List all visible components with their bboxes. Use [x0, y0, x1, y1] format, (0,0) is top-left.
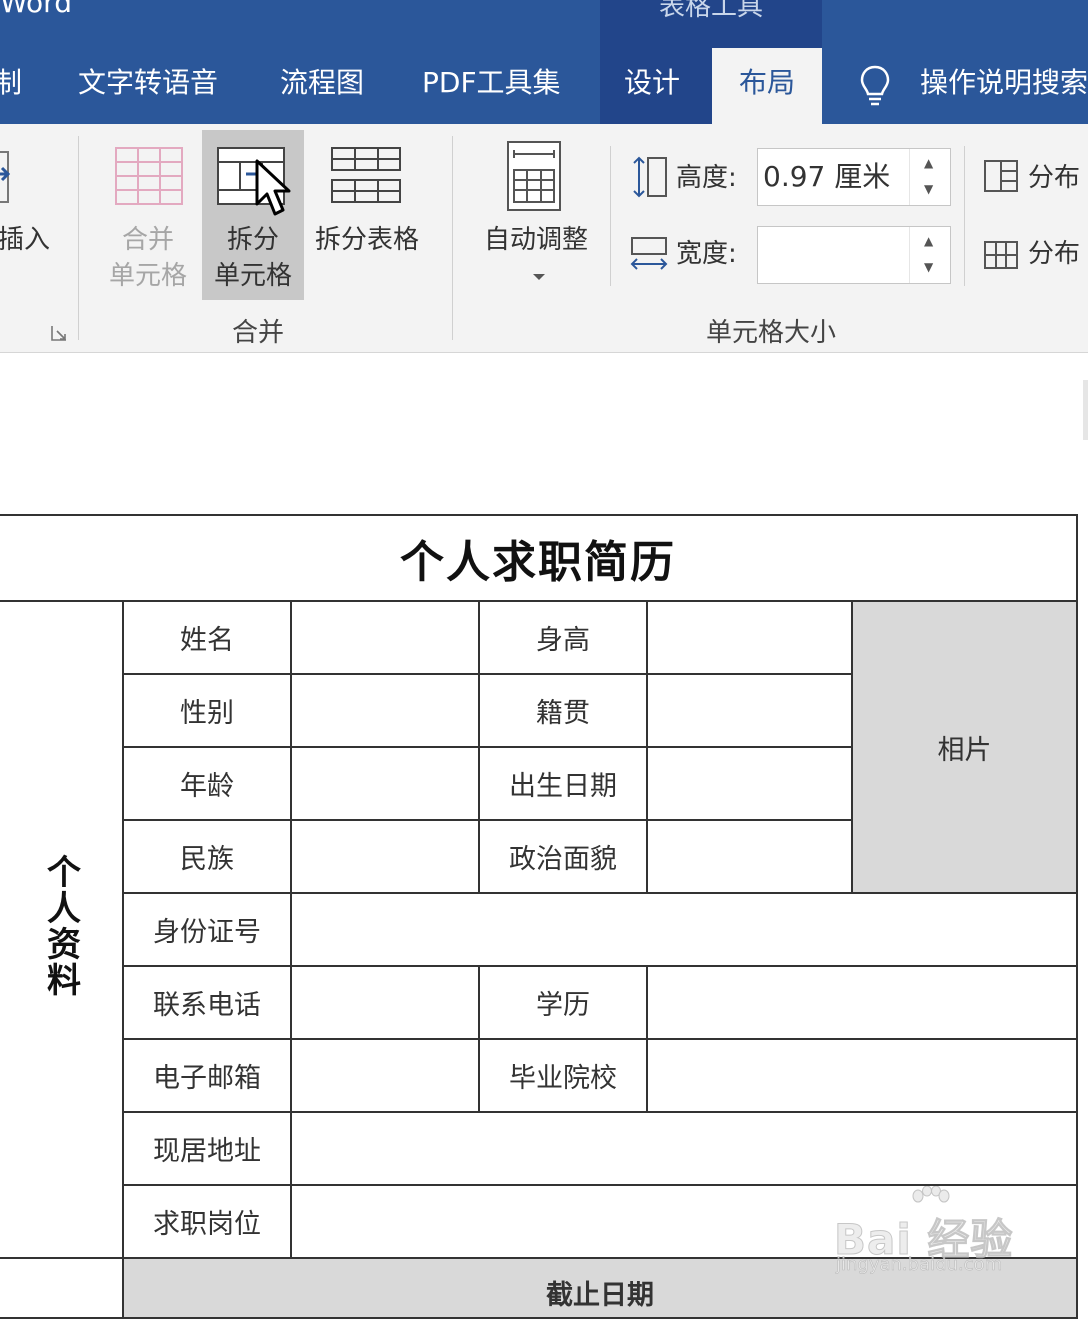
- merge-cells-icon: [115, 147, 183, 205]
- merge-cells-line1: 合并: [121, 225, 174, 255]
- height-spin-arrows[interactable]: ▲ ▼: [909, 149, 950, 205]
- insert-label[interactable]: 插入: [0, 222, 50, 258]
- row-height-icon: [633, 156, 667, 198]
- autofit-label[interactable]: 自动调整: [472, 222, 600, 258]
- ribbon-separator: [964, 146, 965, 286]
- cell-email-value[interactable]: [290, 1038, 480, 1113]
- label-email[interactable]: 电子邮箱: [122, 1038, 292, 1113]
- spin-down-icon[interactable]: ▼: [924, 183, 933, 195]
- cell-height-value[interactable]: [646, 600, 853, 675]
- merge-cells-line2: 单元格: [108, 261, 187, 291]
- autofit-icon[interactable]: [504, 140, 564, 212]
- width-spin-arrows[interactable]: ▲ ▼: [909, 227, 950, 283]
- cell-phone-value[interactable]: [290, 965, 480, 1040]
- cell-birth-date-value[interactable]: [646, 746, 853, 821]
- document-scrollbar[interactable]: [1083, 380, 1088, 440]
- label-job[interactable]: 求职岗位: [122, 1184, 292, 1259]
- height-spinbox[interactable]: 0.97 厘米 ▲ ▼: [757, 148, 951, 206]
- photo-cell[interactable]: 相片: [850, 600, 1079, 894]
- height-value[interactable]: 0.97 厘米: [763, 149, 890, 205]
- app-name: Word: [0, 0, 72, 19]
- mouse-pointer-icon: [255, 159, 291, 216]
- label-address[interactable]: 现居地址: [122, 1111, 292, 1186]
- label-phone[interactable]: 联系电话: [122, 965, 292, 1040]
- label-age[interactable]: 年龄: [122, 746, 292, 821]
- split-table-label[interactable]: 拆分表格: [306, 222, 428, 258]
- cell-education-value[interactable]: [645, 965, 1079, 1040]
- label-ethnicity[interactable]: 民族: [122, 819, 292, 894]
- cell-school-value[interactable]: [645, 1038, 1079, 1113]
- spin-up-icon[interactable]: ▲: [924, 235, 933, 247]
- distribute-rows-label[interactable]: 分布: [1028, 160, 1080, 196]
- merge-group-label: 合并: [232, 318, 285, 348]
- resume-title[interactable]: 个人求职简历: [0, 514, 1079, 602]
- cell-age-value[interactable]: [290, 746, 480, 821]
- label-gender[interactable]: 性别: [122, 673, 292, 748]
- label-name[interactable]: 姓名: [122, 600, 292, 675]
- label-id-number[interactable]: 身份证号: [122, 892, 292, 967]
- baidu-jingyan-watermark: Bai 经验 jingyan.baidu.com: [833, 1186, 1034, 1280]
- empty-side-cell[interactable]: [0, 1257, 124, 1319]
- spin-down-icon[interactable]: ▼: [924, 261, 933, 273]
- split-cells-line1: 拆分: [226, 225, 279, 255]
- distribute-columns-icon[interactable]: [982, 236, 1020, 272]
- label-height[interactable]: 身高: [478, 600, 648, 675]
- tab-review[interactable]: 制: [0, 48, 22, 118]
- tab-layout[interactable]: 布局: [712, 48, 822, 118]
- width-spinbox[interactable]: ▲ ▼: [757, 226, 951, 284]
- height-label: 高度:: [676, 163, 737, 193]
- cell-id-number-value[interactable]: [289, 892, 1079, 967]
- cell-address-value[interactable]: [289, 1111, 1079, 1186]
- section-label-cell[interactable]: 个人资料: [0, 600, 124, 1258]
- ribbon-separator: [78, 136, 79, 340]
- autofit-dropdown-icon[interactable]: [531, 272, 547, 282]
- label-birth-date[interactable]: 出生日期: [478, 746, 648, 821]
- cell-name-value[interactable]: [290, 600, 480, 675]
- cell-hometown-value[interactable]: [646, 673, 853, 748]
- cell-gender-value[interactable]: [290, 673, 480, 748]
- watermark-url: jingyan.baidu.com: [836, 1254, 1003, 1276]
- tab-flowchart[interactable]: 流程图: [280, 48, 364, 118]
- dialog-launcher-icon[interactable]: [50, 324, 68, 342]
- lightbulb-icon[interactable]: [858, 64, 892, 108]
- split-table-icon[interactable]: [330, 146, 402, 206]
- cell-ethnicity-value[interactable]: [290, 819, 480, 894]
- ribbon-separator: [610, 146, 611, 286]
- distribute-rows-icon[interactable]: [982, 158, 1020, 194]
- tell-me-search[interactable]: 操作说明搜索: [920, 48, 1088, 118]
- label-school[interactable]: 毕业院校: [478, 1038, 648, 1113]
- label-political-status[interactable]: 政治面貌: [478, 819, 648, 894]
- insert-arrow-icon[interactable]: [0, 148, 20, 208]
- tab-design[interactable]: 设计: [624, 48, 680, 118]
- cell-size-group-label: 单元格大小: [706, 318, 837, 348]
- tab-text-to-speech[interactable]: 文字转语音: [78, 48, 218, 118]
- width-label: 宽度:: [676, 239, 737, 269]
- ribbon-separator: [452, 136, 453, 340]
- cell-political-status-value[interactable]: [646, 819, 853, 894]
- title-bar: [0, 0, 1088, 48]
- column-width-icon: [630, 237, 668, 270]
- label-hometown[interactable]: 籍贯: [478, 673, 648, 748]
- section-label: 个人资料: [40, 854, 81, 998]
- label-education[interactable]: 学历: [478, 965, 648, 1040]
- split-cells-line2: 单元格: [213, 261, 292, 291]
- spin-up-icon[interactable]: ▲: [924, 157, 933, 169]
- context-group-title: 表格工具: [658, 0, 763, 22]
- tab-pdf-tools[interactable]: PDF工具集: [422, 48, 561, 118]
- distribute-columns-label[interactable]: 分布: [1028, 236, 1080, 272]
